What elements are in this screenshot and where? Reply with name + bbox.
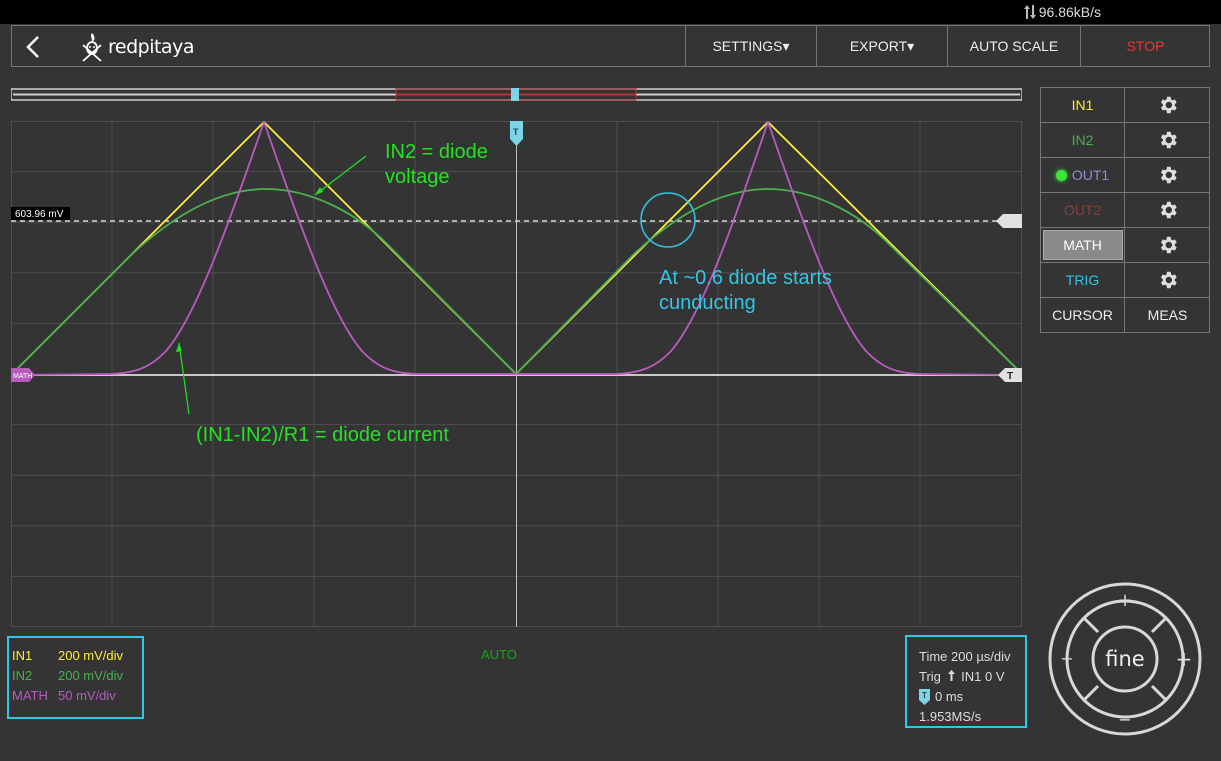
settings-menu-button[interactable]: SETTINGS▾ [685,26,816,66]
scale-row-in1: IN1 200 mV/div [12,646,142,666]
scale-in1-name: IN1 [12,648,33,663]
out1-active-led-icon [1055,169,1067,181]
svg-text:T: T [922,691,927,700]
trigger-time-marker[interactable]: T [510,121,523,146]
current-annotation-text: (IN1-IN2)/R1 = diode current [196,424,449,446]
cursor-value-marker[interactable]: 603.96 mV [11,207,70,220]
channel-out2-button[interactable]: OUT2 [1041,193,1125,227]
trigger-marker-icon: T [919,689,930,705]
status-bar: 96.86kB/s [0,0,1221,24]
redpitaya-logo: redpitaya [80,30,194,64]
wheel-up-button[interactable]: + [1117,590,1132,611]
svg-text:+: + [1176,647,1193,671]
channel-out1-settings[interactable] [1126,158,1209,192]
gear-icon [1160,166,1177,184]
timebase-time: Time 200 µs/div [919,649,1011,664]
network-speed: 96.86kB/s [1023,4,1101,20]
gear-icon [1160,236,1177,254]
trigger-level-marker[interactable]: T [998,368,1022,382]
pitaya-logo-icon [82,33,102,62]
channel-out1-label: OUT1 [1071,167,1110,183]
timebase-delay: T 0 ms [919,687,1025,707]
math-marker-label: MATH [13,373,32,380]
conduction-annotation-line2: cunducting [659,292,756,314]
tools-row: CURSOR MEAS [1041,298,1209,333]
channel-math-label: MATH [1042,230,1123,260]
network-speed-value: 96.86kB/s [1038,4,1101,20]
trigger-button[interactable]: TRIG [1041,263,1125,297]
stop-button[interactable]: STOP [1080,26,1210,66]
sample-rate: 1.953MS/s [919,709,982,724]
channel-math-settings[interactable] [1126,228,1209,262]
svg-text:−: − [1118,710,1131,729]
channel-in2-settings[interactable] [1126,123,1209,157]
timeline-trigger-handle[interactable] [511,88,519,101]
channel-in1-settings[interactable] [1126,88,1209,122]
gear-icon [1160,131,1177,149]
channel-scale-box[interactable]: IN1 200 mV/div IN2 200 mV/div MATH 50 mV… [7,636,144,719]
gear-icon [1160,96,1177,114]
auto-scale-button[interactable]: AUTO SCALE [947,26,1080,66]
svg-text:−: − [1060,649,1073,668]
gear-icon [1160,201,1177,219]
back-icon[interactable] [22,34,46,60]
scale-in2-value: 200 mV/div [58,668,124,683]
scale-in2-name: IN2 [12,668,33,683]
channel-math-button[interactable]: MATH [1041,228,1125,262]
trigger-source: IN1 0 V [961,669,1005,684]
channel-out2-settings[interactable] [1126,193,1209,227]
cursor-button[interactable]: CURSOR [1041,298,1125,332]
scale-in1-value: 200 mV/div [58,648,124,663]
trigger-prefix: Trig [919,669,941,684]
channel-row-out2: OUT2 [1041,193,1209,228]
conduction-annotation-line1: At ~0.6 diode starts [659,267,832,289]
in2-annotation-line1: IN2 = diode [385,141,488,163]
channel-in1-button[interactable]: IN1 [1041,88,1125,122]
trigger-settings[interactable] [1126,263,1209,297]
gear-icon [1160,271,1177,289]
channel-in2-button[interactable]: IN2 [1041,123,1125,157]
cursor-value-label: 603.96 mV [15,209,64,220]
up-down-arrows-icon [1023,5,1036,19]
channel-row-trig: TRIG [1041,263,1209,298]
conduction-annotation: At ~0.6 diode starts cunducting [659,266,832,316]
cursor-right-handle[interactable] [996,214,1022,228]
current-annotation: (IN1-IN2)/R1 = diode current [196,423,449,448]
svg-text:+: + [1117,590,1132,611]
scale-math-name: MATH [12,688,48,703]
channel-panel: IN1 IN2 OUT1 OUT2 MATH TRIG CURSOR MEAS [1040,87,1210,333]
channel-row-in1: IN1 [1041,88,1209,123]
scale-math-value: 50 mV/div [58,688,116,703]
buffer-timeline[interactable] [11,88,1022,101]
in2-annotation-line2: voltage [385,166,450,188]
wheel-center-label: fine [1105,647,1144,671]
channel-row-in2: IN2 [1041,123,1209,158]
meas-button[interactable]: MEAS [1126,298,1209,332]
oscilloscope-plot[interactable]: 603.96 mV MATH T T [11,121,1022,627]
channel-row-out1: OUT1 [1041,158,1209,193]
channel-row-math: MATH [1041,228,1209,263]
trigger-level-label: T [1007,371,1013,382]
wheel-right-button[interactable]: + [1176,647,1193,671]
math-offset-marker[interactable]: MATH [11,368,35,382]
logo-text: redpitaya [108,36,194,58]
timebase-info-box[interactable]: Time 200 µs/div Trig IN1 0 V T 0 ms 1.95… [905,635,1027,728]
wheel-down-button[interactable]: − [1118,710,1131,729]
scale-row-math: MATH 50 mV/div [12,686,142,706]
navigation-wheel[interactable]: + − − + fine [1048,582,1202,736]
wheel-left-button[interactable]: − [1060,649,1073,668]
rising-edge-arrow-icon [947,670,955,681]
channel-out1-button[interactable]: OUT1 [1041,158,1125,192]
trigger-delay-value: 0 ms [935,689,964,704]
scale-row-in2: IN2 200 mV/div [12,666,142,686]
conduction-highlight-circle [640,192,696,248]
trigger-mode-status: AUTO [481,647,517,662]
export-menu-button[interactable]: EXPORT▾ [816,26,947,66]
trigger-time-label: T [513,127,519,137]
in2-annotation-arrow [314,155,367,196]
in2-annotation: IN2 = diode voltage [385,140,488,190]
top-toolbar: redpitaya SETTINGS▾ EXPORT▾ AUTO SCALE S… [11,25,1210,67]
current-annotation-arrow [178,342,190,415]
timebase-trigger: Trig IN1 0 V [919,667,1025,687]
